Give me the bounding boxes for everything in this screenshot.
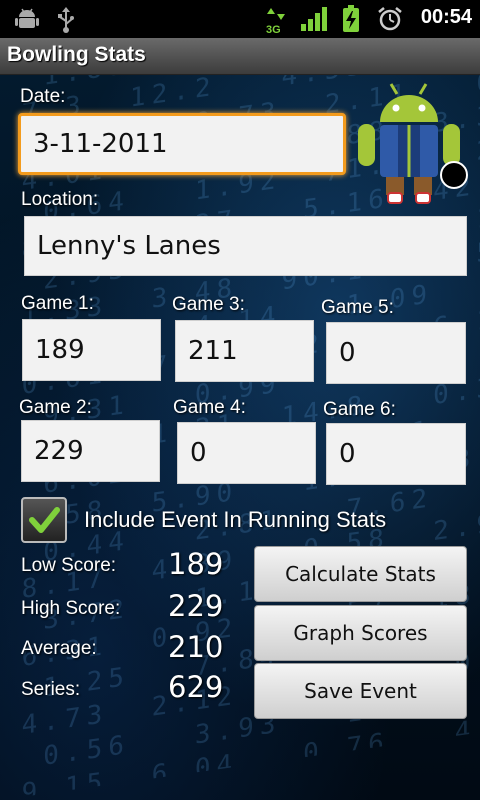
game-5-field[interactable]: 0 — [326, 322, 466, 384]
series-label: Series: — [21, 679, 81, 700]
game-3-label: Game 3: — [172, 294, 245, 315]
high-score-label: High Score: — [21, 598, 121, 619]
game-1-field[interactable]: 189 — [22, 319, 161, 381]
game-4-label: Game 4: — [173, 397, 246, 418]
game-4-field[interactable]: 0 — [177, 422, 316, 484]
graph-scores-button[interactable]: Graph Scores — [254, 605, 467, 661]
include-event-label[interactable]: Include Event In Running Stats — [84, 507, 386, 533]
calculate-stats-button[interactable]: Calculate Stats — [254, 546, 467, 602]
title-bar: Bowling Stats — [0, 38, 480, 75]
average-label: Average: — [21, 638, 97, 659]
android-mascot-icon — [358, 83, 468, 204]
location-field[interactable]: Lenny's Lanes — [24, 216, 467, 276]
network-3g-icon: 3G — [266, 5, 286, 36]
usb-icon — [58, 7, 74, 33]
low-score-value: 189 — [168, 547, 224, 581]
average-value: 210 — [168, 630, 224, 664]
status-bar: 3G 00:54 — [0, 0, 480, 38]
signal-icon — [301, 7, 327, 31]
series-value: 629 — [168, 670, 224, 704]
include-event-checkbox[interactable] — [21, 497, 67, 543]
battery-charging-icon — [343, 5, 359, 32]
date-label: Date: — [20, 86, 66, 107]
android-debug-icon — [15, 8, 39, 28]
checkmark-icon — [29, 507, 60, 533]
high-score-value: 229 — [168, 589, 224, 623]
game-1-label: Game 1: — [21, 293, 94, 314]
alarm-icon — [378, 7, 402, 31]
game-2-field[interactable]: 229 — [21, 420, 160, 482]
game-6-label: Game 6: — [323, 399, 396, 420]
date-field[interactable]: 3-11-2011 — [18, 113, 346, 175]
status-time: 00:54 — [420, 6, 472, 28]
save-event-button[interactable]: Save Event — [254, 663, 467, 719]
location-label: Location: — [21, 189, 99, 210]
game-2-label: Game 2: — [19, 397, 92, 418]
game-3-field[interactable]: 211 — [175, 320, 314, 382]
low-score-label: Low Score: — [21, 555, 117, 576]
game-6-field[interactable]: 0 — [326, 423, 466, 485]
game-5-label: Game 5: — [321, 297, 394, 318]
app-title: Bowling Stats — [7, 43, 146, 66]
